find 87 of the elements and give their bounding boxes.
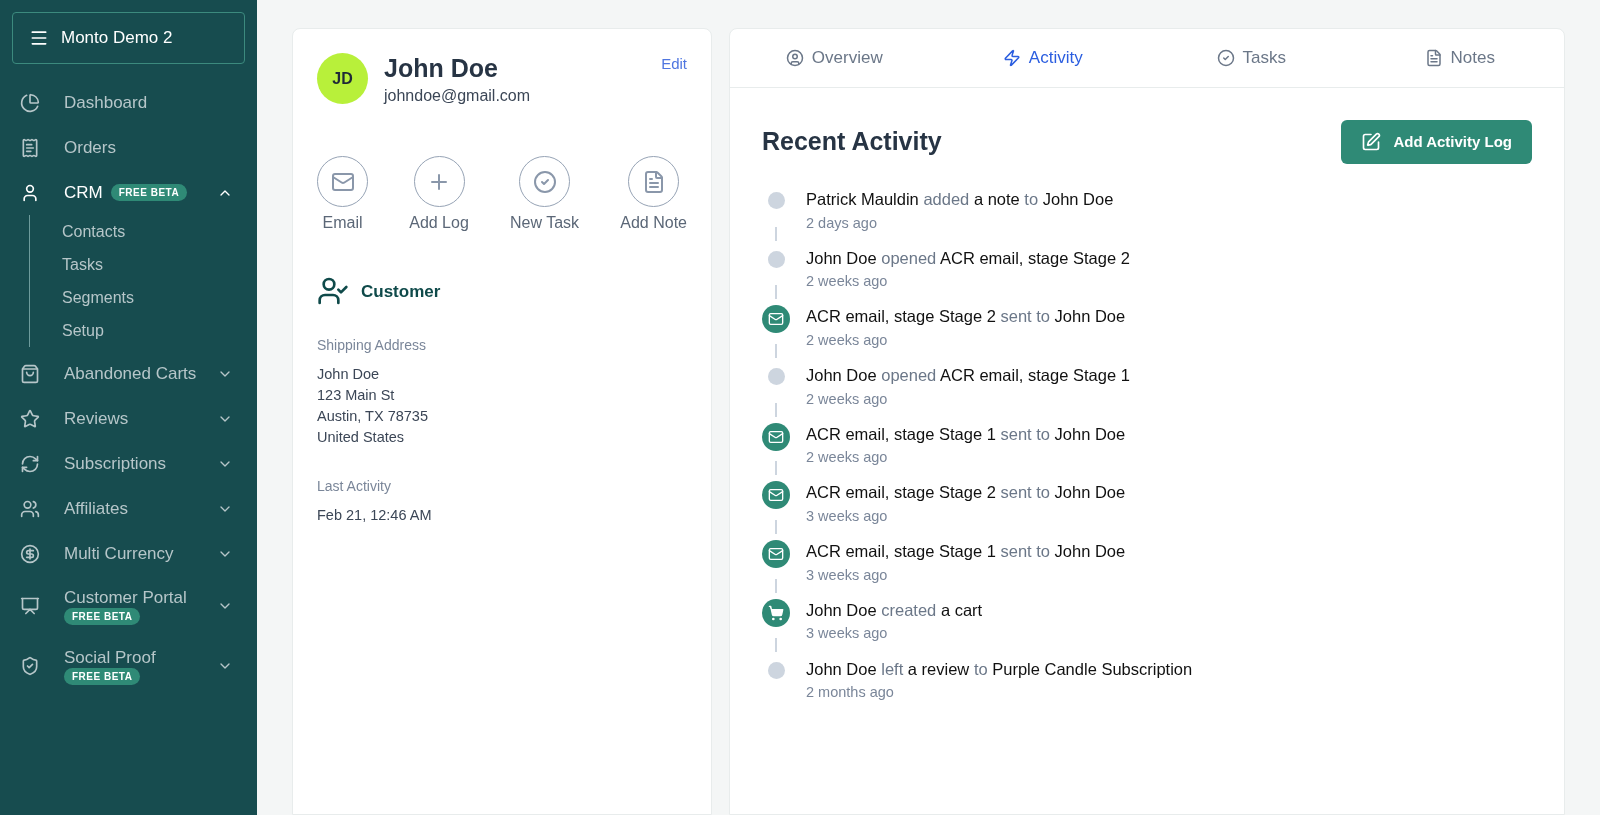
nav-item[interactable]: Multi Currency [12, 531, 245, 576]
beta-badge: FREE BETA [64, 668, 141, 686]
beta-badge: FREE BETA [110, 184, 188, 201]
cart-icon [762, 598, 790, 627]
beta-badge: FREE BETA [64, 608, 141, 626]
nav-subitem[interactable]: Tasks [62, 248, 245, 281]
nav-item[interactable]: Customer Portal FREE BETA [12, 576, 245, 636]
document-icon [1424, 49, 1443, 67]
contact-name: John Doe [384, 53, 499, 84]
nav-subitem[interactable]: Setup [62, 314, 245, 347]
nav-label: Reviews [64, 407, 129, 430]
edit-icon [1361, 132, 1382, 152]
dollar-icon [20, 543, 40, 564]
nav-label: Subscriptions [64, 452, 167, 475]
activity-time: 3 weeks ago [806, 624, 889, 644]
tab[interactable]: Activity [938, 29, 1147, 87]
bolt-icon [1002, 49, 1021, 67]
mail-icon [762, 422, 790, 451]
contact-email: johndoe@gmail.com [384, 86, 532, 107]
nav-label: Orders [64, 136, 116, 159]
mail-icon [762, 540, 790, 569]
pie-chart-icon [20, 92, 40, 113]
activity-text: ACR email, stage Stage 2 sent to John Doe [806, 482, 1126, 504]
nav-item[interactable]: Social Proof FREE BETA [12, 636, 245, 696]
mail-icon [762, 305, 790, 334]
action-button[interactable]: New Task [510, 156, 580, 236]
user-circle-icon [785, 49, 804, 67]
nav-label: Social Proof [64, 646, 156, 669]
activity-time: 3 weeks ago [806, 507, 889, 527]
activity-text: John Doe created a cart [806, 599, 983, 621]
shield-icon [20, 656, 40, 676]
nav-item[interactable]: CRM FREE BETA [12, 170, 245, 215]
nav-item[interactable]: Subscriptions [12, 441, 245, 486]
nav-label: Multi Currency [64, 542, 174, 565]
activity-time: 3 weeks ago [806, 565, 889, 585]
nav-label: Customer Portal [64, 586, 187, 609]
users-icon [20, 498, 40, 519]
nav-item[interactable]: Reviews [12, 396, 245, 441]
activity-text: ACR email, stage Stage 1 sent to John Doe [806, 541, 1126, 562]
edit-link[interactable]: Edit [661, 53, 687, 76]
receipt-icon [20, 137, 40, 158]
nav-subitem[interactable]: Contacts [62, 215, 245, 248]
refresh-icon [20, 453, 40, 474]
field-label: Shipping Address [317, 336, 427, 356]
menu-icon [29, 28, 49, 48]
bag-icon [20, 363, 40, 384]
activity-text: John Doe opened ACR email, stage Stage 2 [806, 247, 1130, 269]
section-title: Recent Activity [762, 126, 942, 158]
activity-text: Patrick Mauldin added a note to John Doe [806, 189, 1114, 210]
field-value: Feb 21, 12:46 AM [317, 506, 433, 526]
nav-label: Affiliates [64, 497, 128, 520]
store-switcher[interactable]: Monto Demo 2 [12, 12, 245, 64]
nav-item[interactable]: Dashboard [12, 80, 245, 125]
activity-time: 2 weeks ago [806, 272, 889, 292]
user-icon [20, 182, 40, 203]
activity-text: John Doe left a review to Purple Candle Subscription [806, 658, 1193, 680]
field-value: 123 Main St [317, 386, 396, 406]
activity-text: ACR email, stage Stage 2 sent to John Doe [806, 306, 1126, 327]
segment-label: Customer [361, 280, 441, 303]
activity-time: 2 days ago [806, 213, 878, 233]
nav-label: Abandoned Carts [64, 362, 197, 385]
nav-item[interactable]: Abandoned Carts [12, 351, 245, 396]
nav-label: Dashboard [64, 91, 148, 114]
presenter-icon [20, 596, 40, 616]
field-label: Last Activity [317, 477, 392, 497]
mail-icon [762, 481, 790, 510]
add-activity-button[interactable]: Add Activity Log [1341, 120, 1532, 164]
activity-time: 2 weeks ago [806, 448, 889, 468]
field-value: John Doe [317, 365, 381, 385]
field-value: Austin, TX 78735 [317, 407, 429, 427]
activity-time: 2 weeks ago [806, 331, 889, 350]
tab[interactable]: Notes [1355, 29, 1564, 87]
activity-time: 2 months ago [806, 683, 895, 703]
nav-item[interactable]: Orders [12, 125, 245, 170]
activity-text: ACR email, stage Stage 1 sent to John Doe [806, 423, 1126, 445]
field-value: United States [317, 428, 406, 448]
tab[interactable]: Overview [730, 29, 939, 87]
nav-subitem[interactable]: Segments [62, 281, 245, 314]
check-circle-icon [532, 169, 557, 194]
avatar: JD [317, 53, 368, 104]
tab[interactable]: Tasks [1147, 29, 1356, 87]
nav-item[interactable]: Affiliates [12, 486, 245, 531]
star-icon [20, 408, 40, 429]
activity-text: John Doe opened ACR email, stage Stage 1 [806, 365, 1130, 386]
nav-label: CRM [64, 181, 103, 204]
check-circle-icon [1216, 49, 1235, 67]
activity-time: 2 weeks ago [806, 389, 889, 409]
